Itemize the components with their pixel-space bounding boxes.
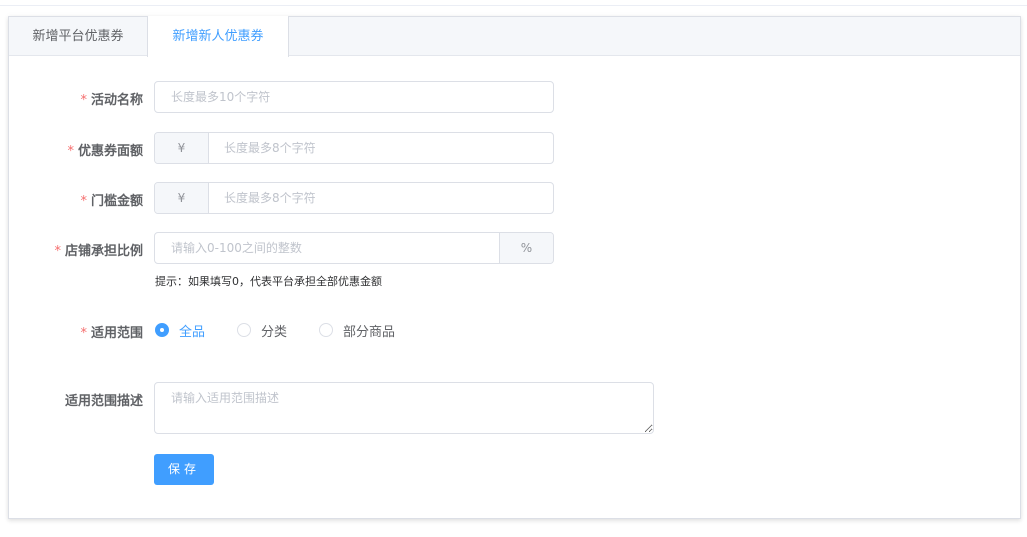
coupon-amount-label: * 优惠券面额 [9,140,143,159]
store-ratio-input[interactable] [155,233,495,263]
scope-radio-category[interactable]: 分类 [237,320,287,340]
coupon-amount-label-text: 优惠券面额 [77,144,143,159]
required-mark: * [67,144,74,159]
threshold-amount-label-text: 门槛金额 [90,194,143,209]
scope-radio-partial[interactable]: 部分商品 [319,320,395,340]
radio-unchecked-icon [319,323,333,337]
threshold-amount-group: ¥ [154,182,554,214]
scope-label: * 适用范围 [9,322,143,341]
currency-prefix: ¥ [155,183,209,213]
scope-desc-label: 适用范围描述 [64,394,143,409]
coupon-amount-input[interactable] [210,133,550,163]
radio-unchecked-icon [237,323,251,337]
store-ratio-label-text: 店铺承担比例 [64,244,143,259]
scope-radio-label: 分类 [261,324,288,340]
scope-label-text: 适用范围 [90,326,143,341]
top-divider [0,5,1027,6]
scope-radio-label: 部分商品 [343,324,396,340]
scope-radio-all[interactable]: 全品 [155,320,205,340]
coupon-amount-group: ¥ [154,132,554,164]
threshold-amount-input[interactable] [210,183,550,213]
required-mark: * [80,326,87,341]
tabs-header: 新增平台优惠券 新增新人优惠券 [9,16,1020,57]
radio-checked-icon [155,323,169,337]
activity-name-label: * 活动名称 [9,89,143,108]
store-ratio-hint: 提示：如果填写0，代表平台承担全部优惠金额 [155,275,382,288]
coupon-form-card: 新增平台优惠券 新增新人优惠券 *活动名称 *优惠券面额 ¥ *门槛金额 ¥ *… [8,16,1021,519]
percent-suffix: % [499,233,553,263]
required-mark: * [80,194,87,209]
scope-desc-textarea[interactable] [154,382,654,434]
activity-name-input[interactable] [154,81,554,113]
store-ratio-label: * 店铺承担比例 [9,240,143,259]
required-mark: * [54,244,61,259]
currency-prefix: ¥ [155,133,209,163]
required-mark: * [80,93,87,108]
save-button[interactable]: 保存 [154,454,214,485]
threshold-amount-label: * 门槛金额 [9,190,143,209]
activity-name-label-text: 活动名称 [90,93,143,108]
store-ratio-group: % [154,232,554,264]
scope-radio-label: 全品 [179,324,206,340]
tab-platform-coupon[interactable]: 新增平台优惠券 [9,17,147,56]
tab-newcomer-coupon[interactable]: 新增新人优惠券 [147,16,289,57]
